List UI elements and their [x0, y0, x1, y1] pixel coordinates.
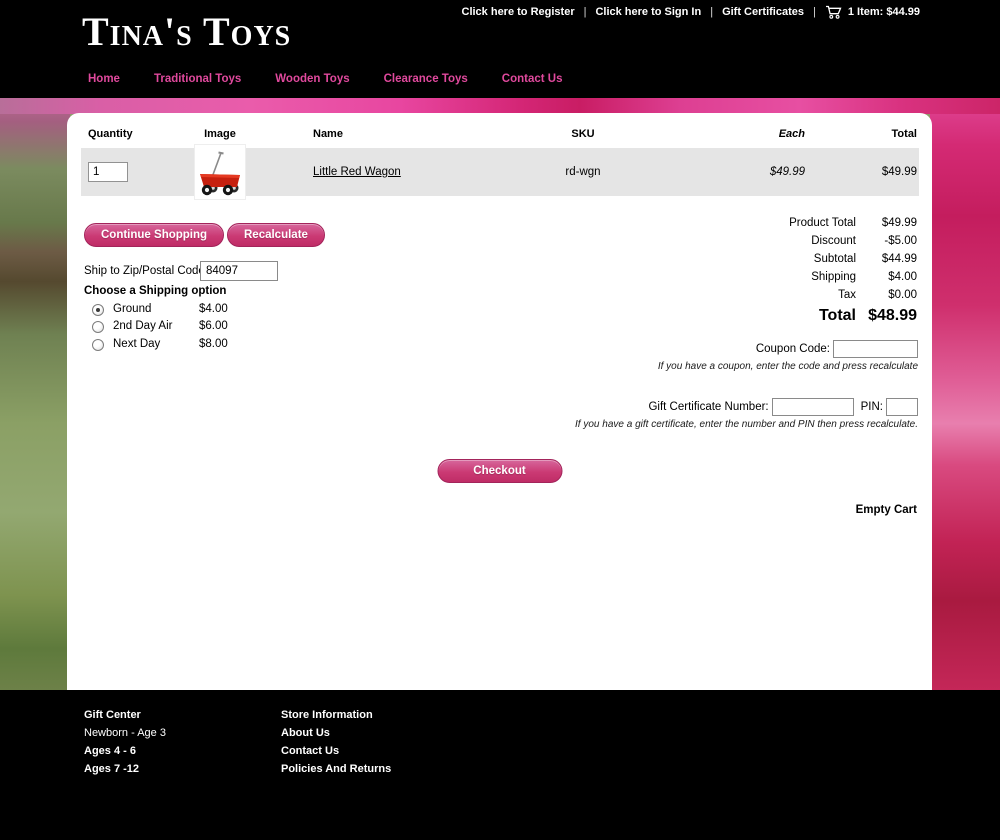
footer-heading-gift-center: Gift Center — [84, 709, 166, 727]
gift-certificate-hint-text: If you have a gift certificate, enter th… — [575, 419, 918, 430]
column-header-total: Total — [827, 128, 917, 140]
column-header-name: Name — [313, 128, 533, 140]
radio-button-next-day[interactable] — [92, 339, 104, 351]
footer-heading-store-information: Store Information — [281, 709, 391, 727]
total-label: Product Total — [789, 217, 856, 229]
coupon-code-label: Coupon Code: — [756, 343, 830, 355]
quantity-input[interactable] — [88, 162, 128, 182]
total-row-product-total: Product Total $49.99 — [617, 214, 917, 232]
order-totals: Product Total $49.99 Discount -$5.00 Sub… — [617, 214, 917, 328]
shopping-cart-icon[interactable] — [825, 5, 842, 22]
coupon-section: Coupon Code: — [756, 339, 918, 358]
background-flowers-right — [930, 98, 1000, 690]
item-each-price: $49.99 — [715, 148, 805, 196]
footer-link-policies-returns[interactable]: Policies And Returns — [281, 763, 391, 781]
gift-certificate-number-input[interactable] — [772, 398, 854, 416]
cart-item-row: Little Red Wagon rd-wgn $49.99 $49.99 — [81, 148, 919, 196]
zip-code-label: Ship to Zip/Postal Code — [84, 265, 205, 277]
gift-certificate-section: Gift Certificate Number: PIN: — [648, 397, 918, 416]
cart-summary[interactable]: 1 Item: $44.99 — [848, 6, 920, 18]
site-logo[interactable]: Tina's Toys — [82, 10, 291, 54]
background-flowers-left — [0, 98, 70, 690]
site-header: Click here to Register | Click here to S… — [0, 0, 1000, 98]
footer-store-info-column: Store Information About Us Contact Us Po… — [281, 709, 391, 781]
background-flowers-top — [0, 98, 1000, 114]
gift-certificate-label: Gift Certificate Number: — [648, 401, 768, 413]
shipping-option-ground[interactable]: Ground $4.00 — [84, 303, 304, 319]
total-row-shipping: Shipping $4.00 — [617, 268, 917, 286]
storefront-cart-page: Click here to Register | Click here to S… — [0, 0, 1000, 840]
grand-total-label: Total — [819, 307, 856, 325]
footer-link-newborn-age3[interactable]: Newborn - Age 3 — [84, 727, 166, 745]
link-separator: | — [813, 6, 816, 18]
column-header-each: Each — [715, 128, 805, 140]
gift-certificates-link[interactable]: Gift Certificates — [722, 6, 804, 18]
total-label: Subtotal — [814, 253, 856, 265]
footer-link-ages-7-12[interactable]: Ages 7 -12 — [84, 763, 166, 781]
item-sku: rd-wgn — [513, 148, 653, 196]
nav-item-home[interactable]: Home — [88, 73, 120, 85]
column-header-quantity: Quantity — [88, 128, 178, 140]
little-red-wagon-thumbnail[interactable] — [195, 145, 245, 199]
column-header-image: Image — [195, 128, 245, 140]
zip-code-input[interactable] — [200, 261, 278, 281]
cart-table-header: Quantity Image Name SKU Each Total — [81, 128, 919, 146]
register-link[interactable]: Click here to Register — [462, 6, 575, 18]
footer-gift-center-column: Gift Center Newborn - Age 3 Ages 4 - 6 A… — [84, 709, 166, 781]
total-label: Shipping — [811, 271, 856, 283]
total-value: $0.00 — [856, 289, 917, 301]
item-total-price: $49.99 — [827, 148, 917, 196]
quantity-cell — [88, 148, 178, 196]
nav-item-clearance-toys[interactable]: Clearance Toys — [384, 73, 468, 85]
nav-item-contact-us[interactable]: Contact Us — [502, 73, 563, 85]
empty-cart-link[interactable]: Empty Cart — [856, 504, 917, 516]
main-nav: Home Traditional Toys Wooden Toys Cleara… — [88, 73, 562, 85]
site-footer: Gift Center Newborn - Age 3 Ages 4 - 6 A… — [0, 690, 1000, 840]
cart-panel: Quantity Image Name SKU Each Total — [67, 113, 932, 690]
footer-link-contact-us[interactable]: Contact Us — [281, 745, 391, 763]
radio-button-ground[interactable] — [92, 304, 104, 316]
shipping-option-price: $8.00 — [199, 338, 228, 350]
coupon-code-input[interactable] — [833, 340, 918, 358]
total-value: $4.00 — [856, 271, 917, 283]
column-header-sku: SKU — [513, 128, 653, 140]
shipping-options-heading: Choose a Shipping option — [84, 285, 226, 297]
pin-input[interactable] — [886, 398, 918, 416]
link-separator: | — [710, 6, 713, 18]
total-value: -$5.00 — [856, 235, 917, 247]
item-name-link[interactable]: Little Red Wagon — [313, 166, 401, 178]
grand-total-row: Total $48.99 — [617, 304, 917, 328]
total-value: $49.99 — [856, 217, 917, 229]
recalculate-button[interactable]: Recalculate — [227, 223, 325, 247]
total-row-tax: Tax $0.00 — [617, 286, 917, 304]
grand-total-value: $48.99 — [856, 307, 917, 325]
footer-link-ages-4-6[interactable]: Ages 4 - 6 — [84, 745, 166, 763]
shipping-option-label: Next Day — [113, 338, 160, 350]
shipping-option-price: $6.00 — [199, 320, 228, 332]
account-links-bar: Click here to Register | Click here to S… — [462, 5, 921, 19]
shipping-option-2nd-day-air[interactable]: 2nd Day Air $6.00 — [84, 320, 304, 336]
signin-link[interactable]: Click here to Sign In — [595, 6, 701, 18]
coupon-hint-text: If you have a coupon, enter the code and… — [658, 361, 918, 372]
item-name-cell: Little Red Wagon — [313, 148, 533, 196]
total-row-subtotal: Subtotal $44.99 — [617, 250, 917, 268]
nav-item-wooden-toys[interactable]: Wooden Toys — [275, 73, 349, 85]
shipping-option-price: $4.00 — [199, 303, 228, 315]
link-separator: | — [584, 6, 587, 18]
total-label: Tax — [838, 289, 856, 301]
shipping-option-label: 2nd Day Air — [113, 320, 172, 332]
checkout-button[interactable]: Checkout — [437, 459, 562, 483]
main-region: Quantity Image Name SKU Each Total — [0, 98, 1000, 690]
nav-item-traditional-toys[interactable]: Traditional Toys — [154, 73, 241, 85]
continue-shopping-button[interactable]: Continue Shopping — [84, 223, 224, 247]
pin-label: PIN: — [861, 401, 883, 413]
radio-button-2nd-day-air[interactable] — [92, 321, 104, 333]
total-value: $44.99 — [856, 253, 917, 265]
shipping-option-label: Ground — [113, 303, 151, 315]
total-row-discount: Discount -$5.00 — [617, 232, 917, 250]
total-label: Discount — [811, 235, 856, 247]
shipping-option-next-day[interactable]: Next Day $8.00 — [84, 338, 304, 354]
footer-link-about-us[interactable]: About Us — [281, 727, 391, 745]
